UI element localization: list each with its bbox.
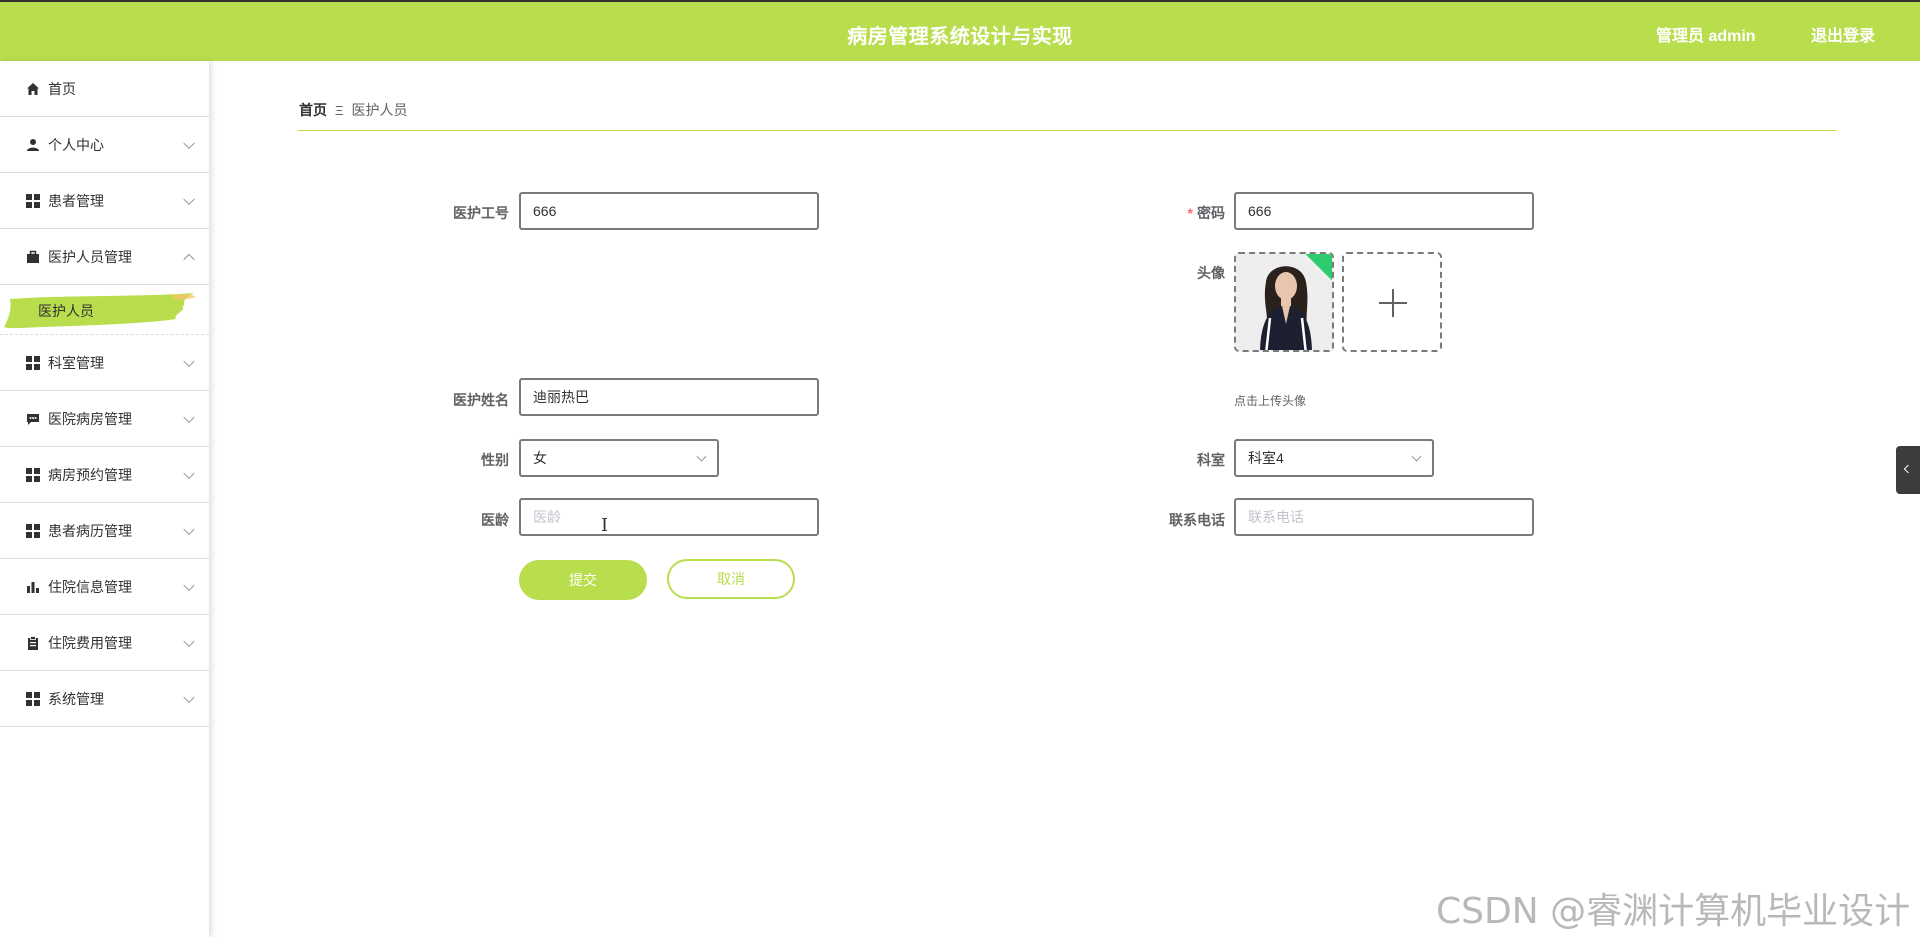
chevron-down-icon: [183, 635, 195, 647]
sidebar-subitem-staff[interactable]: 医护人员: [0, 285, 209, 335]
avatar-upload-hint: 点击上传头像: [1234, 394, 1307, 408]
clipboard-icon: [26, 635, 40, 650]
chevron-down-icon: [183, 467, 195, 479]
grid-icon: [26, 523, 40, 538]
sidebar-item-home[interactable]: 首页: [0, 61, 209, 117]
sidebar-item-label: 患者病历管理: [48, 522, 132, 539]
chevron-down-icon: [183, 137, 195, 149]
department-select[interactable]: 科室4: [1234, 439, 1434, 477]
briefcase-icon: [26, 250, 40, 264]
breadcrumb-current: 医护人员: [351, 102, 408, 118]
password-label: * 密码: [1105, 203, 1225, 223]
sidebar-subitem-label: 医护人员: [38, 303, 94, 319]
top-header: 病房管理系统设计与实现 管理员 admin 退出登录: [0, 0, 1920, 61]
avatar-thumbnail[interactable]: [1234, 252, 1334, 352]
breadcrumb-divider: [298, 130, 1836, 131]
home-icon: [26, 82, 40, 96]
sidebar-item-inpatient-info-management[interactable]: 住院信息管理: [0, 559, 209, 615]
password-input[interactable]: 666: [1234, 192, 1534, 230]
sidebar-item-ward-management[interactable]: 医院病房管理: [0, 391, 209, 447]
chevron-down-icon: [183, 691, 195, 703]
breadcrumb-separator: Ξ: [335, 102, 344, 118]
department-select-value: 科室4: [1248, 450, 1284, 466]
sidebar-item-label: 系统管理: [48, 690, 104, 707]
chevron-down-icon: [696, 451, 707, 462]
staff-id-label: 医护工号: [453, 205, 509, 221]
chevron-down-icon: [183, 193, 195, 205]
current-user[interactable]: 管理员 admin: [1656, 22, 1756, 46]
sidebar-item-label: 住院费用管理: [48, 634, 132, 651]
staff-name-label: 医护姓名: [453, 392, 509, 408]
sidebar-item-staff-management[interactable]: 医护人员管理: [0, 229, 209, 285]
sidebar-item-booking-management[interactable]: 病房预约管理: [0, 447, 209, 503]
text-cursor-icon: I: [601, 515, 609, 536]
avatar-label: 头像: [1197, 265, 1225, 281]
chevron-down-icon: [183, 411, 195, 423]
cancel-button[interactable]: 取消: [667, 559, 795, 599]
staff-name-input[interactable]: 迪丽热巴: [519, 378, 819, 416]
sidebar-item-patient-management[interactable]: 患者管理: [0, 173, 209, 229]
seniority-label: 医龄: [481, 512, 509, 528]
sidebar-item-department-management[interactable]: 科室管理: [0, 335, 209, 391]
department-label: 科室: [1197, 452, 1225, 468]
grid-icon: [26, 467, 40, 482]
watermark: CSDN @睿渊计算机毕业设计: [1436, 891, 1911, 932]
chevron-down-icon: [183, 523, 195, 535]
gender-select[interactable]: 女: [519, 439, 719, 477]
breadcrumb-home[interactable]: 首页: [299, 100, 327, 120]
app-title: 病房管理系统设计与实现: [847, 26, 1073, 48]
sidebar: 首页 个人中心 患者管理 医护人员管理 医护人员 科室管理 医院病房管理 病房预…: [0, 61, 210, 937]
chevron-up-icon: [183, 253, 195, 265]
submit-button[interactable]: 提交: [519, 560, 647, 600]
active-highlight-brush: [4, 293, 196, 329]
breadcrumb: 首页 Ξ 医护人员: [299, 100, 407, 120]
avatar-upload-button[interactable]: [1342, 252, 1442, 352]
staff-id-input[interactable]: 666: [519, 192, 819, 230]
chevron-down-icon: [183, 355, 195, 367]
sidebar-item-label: 首页: [48, 80, 76, 97]
logout-link[interactable]: 退出登录: [1811, 22, 1875, 46]
side-panel-toggle[interactable]: [1896, 446, 1920, 494]
sidebar-item-personal-center[interactable]: 个人中心: [0, 117, 209, 173]
sidebar-item-label: 医护人员管理: [48, 248, 132, 265]
sidebar-item-label: 病房预约管理: [48, 466, 132, 483]
chevron-down-icon: [1411, 451, 1422, 462]
sidebar-item-medical-record-management[interactable]: 患者病历管理: [0, 503, 209, 559]
phone-input[interactable]: 联系电话: [1234, 498, 1534, 536]
chevron-left-icon: [1903, 464, 1913, 474]
sidebar-item-label: 住院信息管理: [48, 578, 132, 595]
seniority-input[interactable]: 医龄: [519, 498, 819, 536]
sidebar-item-label: 医院病房管理: [48, 410, 132, 427]
sidebar-item-label: 个人中心: [48, 136, 104, 153]
sidebar-item-label: 患者管理: [48, 192, 104, 209]
grid-icon: [26, 193, 40, 208]
gender-select-value: 女: [533, 450, 547, 466]
user-icon: [26, 138, 40, 152]
sidebar-item-label: 科室管理: [48, 354, 104, 371]
password-label-text: 密码: [1197, 205, 1225, 221]
required-mark: *: [1187, 205, 1193, 221]
phone-label: 联系电话: [1169, 512, 1225, 528]
grid-icon: [26, 691, 40, 706]
grid-icon: [26, 355, 40, 370]
sidebar-item-system-management[interactable]: 系统管理: [0, 671, 209, 727]
sidebar-item-inpatient-fee-management[interactable]: 住院费用管理: [0, 615, 209, 671]
bar-chart-icon: [26, 580, 40, 594]
chevron-down-icon: [183, 579, 195, 591]
gender-label: 性别: [481, 452, 509, 468]
chat-icon: [26, 412, 40, 426]
